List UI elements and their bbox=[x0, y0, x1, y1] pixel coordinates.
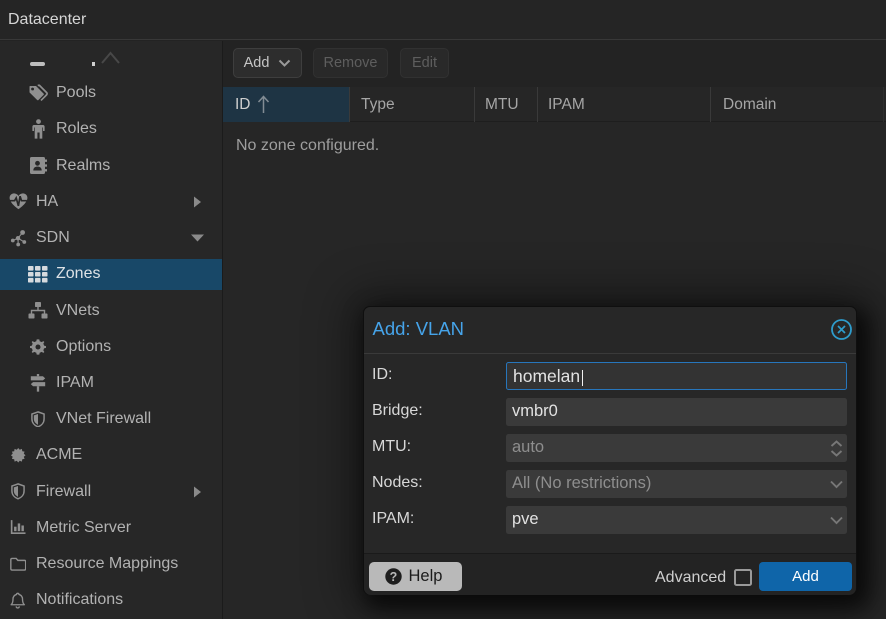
svg-text:?: ? bbox=[389, 570, 397, 584]
